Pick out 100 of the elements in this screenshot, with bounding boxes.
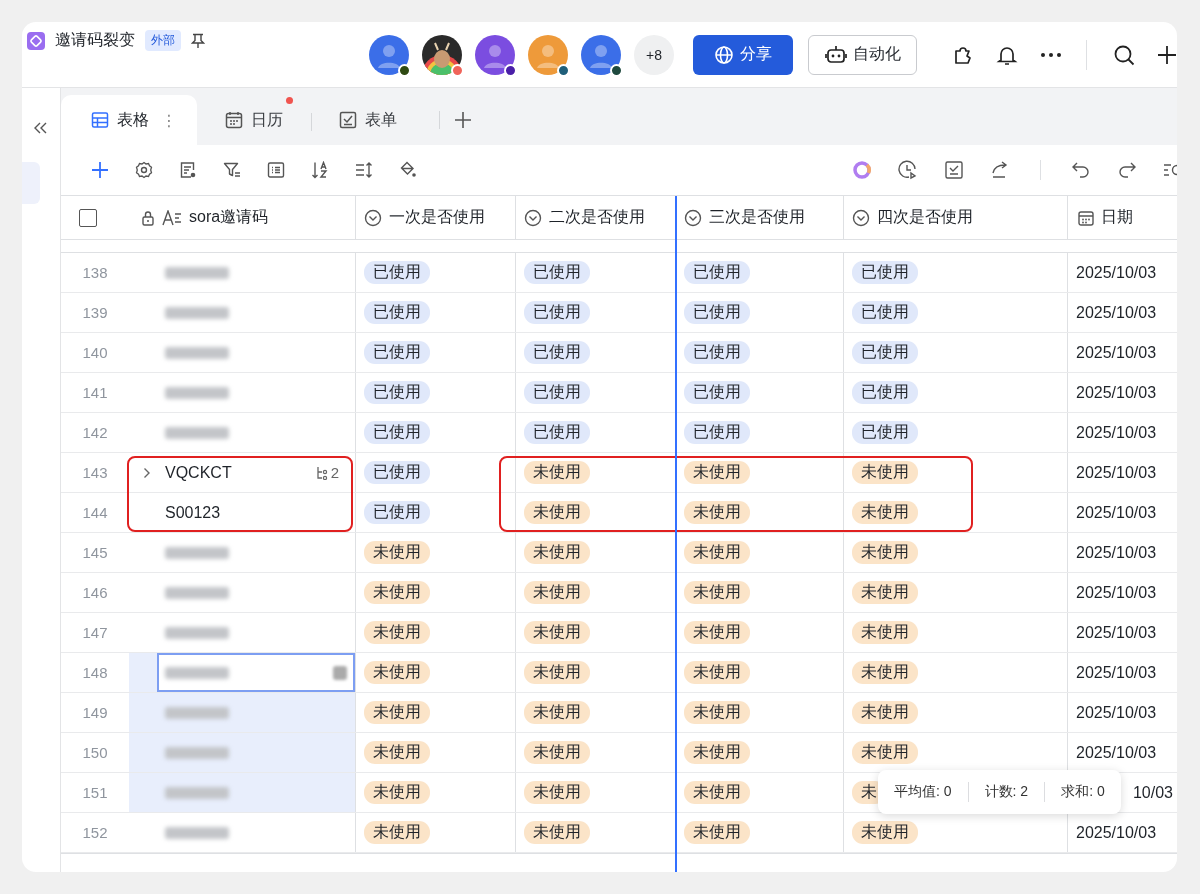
status-tag: 未使用 [524, 501, 590, 524]
avatar[interactable] [581, 34, 621, 75]
code-cell[interactable]: S00123 [129, 493, 356, 532]
code-cell[interactable] [129, 733, 356, 772]
code-cell[interactable] [129, 773, 356, 812]
summary-stat: 计数: 2 [984, 783, 1029, 801]
status-tag: 已使用 [364, 381, 430, 404]
date-text: 10/03 [1132, 783, 1173, 802]
date-text: 2025/10/03 [1076, 383, 1157, 402]
share-button[interactable]: 分享 [693, 34, 793, 75]
filter-icon[interactable] [223, 161, 241, 179]
view-tab[interactable]: 表单 [311, 95, 425, 145]
more-icon[interactable] [1040, 51, 1062, 58]
row-number: 151 [82, 784, 108, 801]
row-number: 149 [82, 704, 108, 721]
status-tag: 未使用 [524, 541, 590, 564]
column-header[interactable]: sora邀请码 [129, 196, 356, 239]
status-tag: 已使用 [524, 341, 590, 364]
code-text: VQCKCT [165, 463, 232, 482]
status-tag: 未使用 [364, 581, 430, 604]
row-number: 147 [82, 624, 108, 641]
code-cell[interactable] [129, 693, 356, 732]
date-text: 2025/10/03 [1076, 663, 1157, 682]
status-tag: 未使用 [684, 781, 750, 804]
date-text: 2025/10/03 [1076, 743, 1157, 762]
status-tag: 已使用 [364, 341, 430, 364]
status-tag: 未使用 [852, 741, 918, 764]
summary-stat: 求和: 0 [1061, 783, 1105, 801]
checklist-icon[interactable] [944, 160, 964, 180]
status-tag: 已使用 [524, 381, 590, 404]
search-icon[interactable] [1113, 43, 1135, 66]
status-tag: 已使用 [852, 341, 918, 364]
subrecord-count[interactable]: 2 [315, 464, 339, 481]
status-tag: 未使用 [524, 661, 590, 684]
dropdown-circle-icon [364, 208, 382, 227]
tab-menu-icon[interactable]: ⋮ [161, 110, 177, 130]
date-text: 2025/10/03 [1076, 423, 1157, 442]
status-tag: 未使用 [852, 541, 918, 564]
collapse-icon[interactable] [34, 122, 48, 134]
lock-icon [141, 209, 155, 226]
automation-button[interactable]: 自动化 [808, 34, 917, 75]
date-text: 2025/10/03 [1076, 583, 1157, 602]
avatar[interactable] [369, 34, 409, 75]
date-text: 2025/10/03 [1076, 823, 1157, 842]
add-view-icon[interactable] [439, 111, 472, 129]
list-icon[interactable] [267, 161, 285, 179]
pin-icon[interactable] [191, 32, 205, 49]
column-header[interactable]: 一次是否使用 [356, 196, 516, 239]
status-tag: 已使用 [364, 461, 430, 484]
view-tab[interactable]: 日历 [197, 95, 311, 145]
row-number: 146 [82, 584, 108, 601]
status-tag: 未使用 [524, 781, 590, 804]
date-text: 2025/10/03 [1076, 463, 1157, 482]
status-tag: 已使用 [684, 421, 750, 444]
settings-icon[interactable] [135, 161, 153, 179]
more-collaborators-count[interactable]: +8 [634, 34, 674, 75]
row-number: 142 [82, 424, 108, 441]
row-number: 144 [82, 504, 108, 521]
redo-icon[interactable] [1117, 160, 1137, 180]
column-header[interactable]: 四次是否使用 [844, 196, 1068, 239]
row-height-icon[interactable] [355, 161, 373, 179]
status-tag: 未使用 [364, 741, 430, 764]
status-tag: 未使用 [524, 821, 590, 844]
dropdown-circle-icon [684, 208, 702, 227]
row-number: 148 [82, 664, 108, 681]
date-text: 2025/10/03 [1076, 263, 1157, 282]
status-tag: 未使用 [364, 621, 430, 644]
ai-ring-icon[interactable] [852, 160, 872, 180]
status-tag: 未使用 [524, 461, 590, 484]
status-tag: 已使用 [364, 261, 430, 284]
status-tag: 已使用 [524, 261, 590, 284]
status-tag: 已使用 [364, 501, 430, 524]
sort-icon[interactable] [311, 161, 329, 179]
clock-icon[interactable] [898, 160, 918, 180]
status-tag: 已使用 [684, 341, 750, 364]
fill-color-icon[interactable] [399, 161, 417, 179]
view-tab[interactable]: 表格 ⋮ [61, 95, 197, 145]
avatar[interactable] [528, 34, 568, 75]
undo-icon[interactable] [1071, 160, 1091, 180]
status-tag: 已使用 [852, 381, 918, 404]
summary-stat: 平均值: 0 [894, 783, 952, 801]
status-tag: 未使用 [524, 741, 590, 764]
robot-icon [824, 44, 847, 65]
status-tag: 未使用 [364, 541, 430, 564]
app-logo-icon [27, 31, 45, 50]
code-cell[interactable]: VQCKCT 2 [129, 453, 356, 492]
status-tag: 已使用 [684, 381, 750, 404]
dropdown-circle-icon [852, 208, 870, 227]
add-icon[interactable] [1157, 44, 1177, 65]
calendar-icon [225, 111, 243, 129]
field-settings-icon[interactable] [179, 161, 197, 179]
expand-icon[interactable] [143, 466, 151, 479]
row-number: 138 [82, 264, 108, 281]
avatar[interactable] [475, 34, 515, 75]
status-tag: 已使用 [684, 261, 750, 284]
calendar-icon [1078, 209, 1094, 226]
select-all-checkbox[interactable] [79, 208, 97, 227]
date-text: 2025/10/03 [1076, 703, 1157, 722]
dropdown-circle-icon [524, 208, 542, 227]
column-header[interactable]: 日期 [1068, 196, 1177, 239]
